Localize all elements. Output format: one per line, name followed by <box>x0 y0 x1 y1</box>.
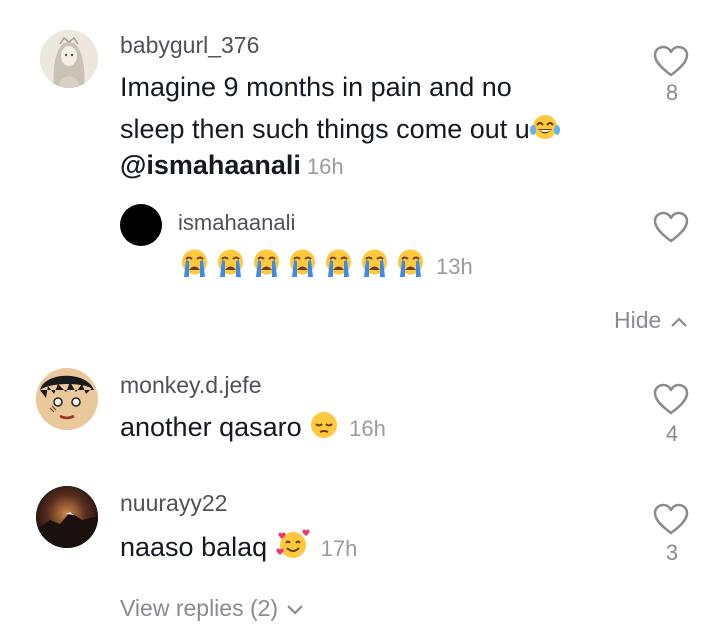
reply-emoji-row <box>178 249 430 280</box>
anime-girl-avatar-icon <box>40 30 98 88</box>
mention-link[interactable]: @ismahaanali <box>120 150 301 180</box>
loudly-crying-emoji-icon <box>182 249 207 277</box>
like-heart-icon[interactable] <box>652 210 690 244</box>
mountain-sunset-avatar-icon <box>36 486 98 548</box>
loudly-crying-emoji-icon <box>290 249 315 277</box>
reply-text: 13h <box>178 244 473 288</box>
luffy-avatar-icon <box>36 368 98 430</box>
reply-time: 13h <box>436 254 473 279</box>
hide-replies-button[interactable]: Hide <box>614 307 688 334</box>
comment-text-line: Imagine 9 months in pain and no <box>120 72 512 102</box>
chevron-up-icon <box>670 317 687 327</box>
like-count: 3 <box>665 540 679 565</box>
avatar-babygurl[interactable] <box>40 30 98 88</box>
comment-text: another qasaro 16h <box>120 412 386 442</box>
loudly-crying-emoji-icon <box>218 249 243 277</box>
comment-time: 16h <box>306 154 344 179</box>
avatar-monkey-d-jefe[interactable] <box>36 368 98 430</box>
like-heart-icon[interactable] <box>652 382 690 416</box>
comment-text: naaso balaq 17h <box>120 526 357 570</box>
smiling-face-with-hearts-emoji-icon <box>276 529 310 558</box>
like-heart-icon[interactable] <box>652 44 690 78</box>
pensive-emoji-icon <box>311 412 338 438</box>
comment-time: 16h <box>349 416 386 441</box>
comment-username[interactable]: monkey.d.jefe <box>120 372 261 399</box>
joy-tears-emoji-icon <box>529 115 560 139</box>
avatar-nuurayy22[interactable] <box>36 486 98 548</box>
view-replies-button[interactable]: View replies (2) <box>120 595 304 622</box>
avatar-ismahaanali[interactable] <box>120 204 162 246</box>
comment-username[interactable]: babygurl_376 <box>120 32 259 59</box>
reply-username[interactable]: ismahaanali <box>178 210 295 236</box>
comment-text-line: @ismahaanali 16h <box>120 144 344 188</box>
comment-time: 17h <box>320 536 358 561</box>
like-count: 8 <box>665 80 679 105</box>
loudly-crying-emoji-icon <box>398 249 423 277</box>
comment-username[interactable]: nuurayy22 <box>120 490 227 517</box>
chevron-down-icon <box>287 605 304 615</box>
loudly-crying-emoji-icon <box>326 249 351 277</box>
like-heart-icon[interactable] <box>652 502 690 536</box>
like-count: 4 <box>665 421 679 446</box>
loudly-crying-emoji-icon <box>362 249 387 277</box>
loudly-crying-emoji-icon <box>254 249 279 277</box>
